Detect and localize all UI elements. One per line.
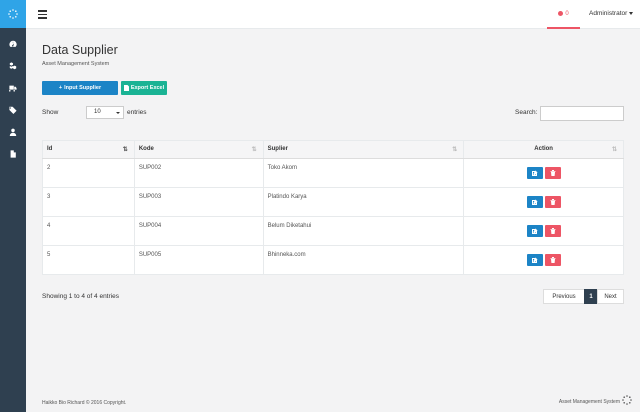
cell-suplier: Bhinneka.com <box>262 245 465 275</box>
cubes-icon <box>9 62 17 70</box>
tags-icon <box>9 106 17 114</box>
file-icon <box>10 150 16 158</box>
table-row: 2 SUP002 Toko Akom <box>42 158 624 188</box>
edit-icon <box>531 228 538 234</box>
sort-desc-icon: ⇅ <box>122 147 128 153</box>
sidebar-item-reports[interactable] <box>0 143 26 165</box>
logo[interactable] <box>0 0 26 28</box>
trash-icon <box>550 228 556 234</box>
edit-icon <box>531 257 538 263</box>
column-header-kode[interactable]: Kode ⇅ <box>133 140 264 159</box>
previous-button[interactable]: Previous <box>543 289 585 304</box>
trash-icon <box>550 170 556 176</box>
dashboard-icon <box>9 40 17 47</box>
table-row: 3 SUP003 Platindo Karya <box>42 187 624 217</box>
supplier-table: Id ⇅ Kode ⇅ Suplier ⇅ Action ⇅ 2 SUP002 Toko… <box>42 140 624 275</box>
trash-icon <box>550 257 556 263</box>
cell-action <box>463 245 624 275</box>
sort-icon: ⇅ <box>251 147 257 153</box>
delete-button[interactable] <box>544 167 561 179</box>
cell-suplier: Toko Akom <box>262 158 465 188</box>
file-excel-icon <box>123 85 129 91</box>
cell-action <box>463 158 624 188</box>
sidebar-item-assets[interactable] <box>0 55 26 77</box>
table-row: 5 SUP005 Bhinneka.com <box>42 245 624 275</box>
sidebar-item-dashboard[interactable] <box>0 33 26 55</box>
user-menu[interactable]: Administrator <box>589 10 634 17</box>
sort-icon: ⇅ <box>452 147 458 153</box>
delete-button[interactable] <box>544 196 561 208</box>
user-icon <box>9 128 17 136</box>
cell-id: 2 <box>42 158 135 188</box>
column-header-suplier[interactable]: Suplier ⇅ <box>262 140 465 159</box>
delete-button[interactable] <box>544 254 561 266</box>
export-excel-label: Export Excel <box>130 85 165 91</box>
chevron-down-icon <box>629 11 634 15</box>
notification-count: 0 <box>565 10 569 17</box>
column-label: Suplier <box>267 146 288 152</box>
loading-logo-icon <box>8 9 18 19</box>
page-subtitle: Asset Management System <box>42 61 110 67</box>
delete-button[interactable] <box>544 225 561 237</box>
page-title: Data Supplier <box>42 43 118 57</box>
column-label: Id <box>47 146 53 152</box>
user-name: Administrator <box>589 10 628 17</box>
cell-action <box>463 187 624 217</box>
notification-button[interactable]: 0 <box>547 0 580 29</box>
cell-id: 4 <box>42 216 135 246</box>
cell-kode: SUP004 <box>133 216 264 246</box>
cell-id: 5 <box>42 245 135 275</box>
cell-kode: SUP005 <box>133 245 264 275</box>
show-label: Show <box>42 109 59 116</box>
edit-button[interactable] <box>526 196 543 208</box>
page-size-value: 10 <box>94 109 101 115</box>
trash-icon <box>550 199 556 205</box>
chevron-down-icon <box>116 112 120 114</box>
pagination: Previous 1 Next <box>543 289 624 304</box>
entries-label: entries <box>127 109 147 116</box>
cell-kode: SUP003 <box>133 187 264 217</box>
cell-suplier: Belum Diketahui <box>262 216 465 246</box>
footer: Haikko Bio Richard © 2016 Copyright. Ass… <box>26 392 640 412</box>
sidebar-item-supplier[interactable] <box>0 77 26 99</box>
column-header-action[interactable]: Action ⇅ <box>463 140 624 159</box>
footer-app-name: Asset Management System <box>558 399 620 405</box>
page-size-select[interactable]: 10 <box>86 106 124 119</box>
sort-icon: ⇅ <box>611 147 617 153</box>
spinner-icon <box>622 395 632 405</box>
input-supplier-button[interactable]: + Input Supplier <box>42 81 118 95</box>
truck-icon <box>9 85 17 92</box>
cell-kode: SUP002 <box>133 158 264 188</box>
edit-icon <box>531 170 538 176</box>
sidebar-item-category[interactable] <box>0 99 26 121</box>
next-button[interactable]: Next <box>597 289 624 304</box>
search-input[interactable] <box>540 106 624 121</box>
sidebar <box>0 0 26 412</box>
cell-action <box>463 216 624 246</box>
edit-button[interactable] <box>526 167 543 179</box>
cell-id: 3 <box>42 187 135 217</box>
search-label: Search: <box>515 109 538 116</box>
export-excel-button[interactable]: Export Excel <box>121 81 167 95</box>
notification-icon <box>558 11 564 16</box>
table-header-row: Id ⇅ Kode ⇅ Suplier ⇅ Action ⇅ <box>42 140 624 159</box>
sidebar-item-users[interactable] <box>0 121 26 143</box>
column-label: Action <box>534 146 553 152</box>
column-header-id[interactable]: Id ⇅ <box>42 140 135 159</box>
page-1-button[interactable]: 1 <box>584 289 598 304</box>
table-info: Showing 1 to 4 of 4 entries <box>42 293 119 300</box>
plus-icon: + <box>58 85 63 91</box>
edit-button[interactable] <box>526 254 543 266</box>
table-row: 4 SUP004 Belum Diketahui <box>42 216 624 246</box>
edit-icon <box>531 199 538 205</box>
cell-suplier: Platindo Karya <box>262 187 465 217</box>
footer-copyright: Haikko Bio Richard © 2016 Copyright. <box>42 400 127 406</box>
input-supplier-label: Input Supplier <box>64 85 102 91</box>
topbar: 0 Administrator <box>26 0 640 29</box>
column-label: Kode <box>138 146 154 152</box>
menu-toggle-icon[interactable] <box>38 10 47 19</box>
edit-button[interactable] <box>526 225 543 237</box>
